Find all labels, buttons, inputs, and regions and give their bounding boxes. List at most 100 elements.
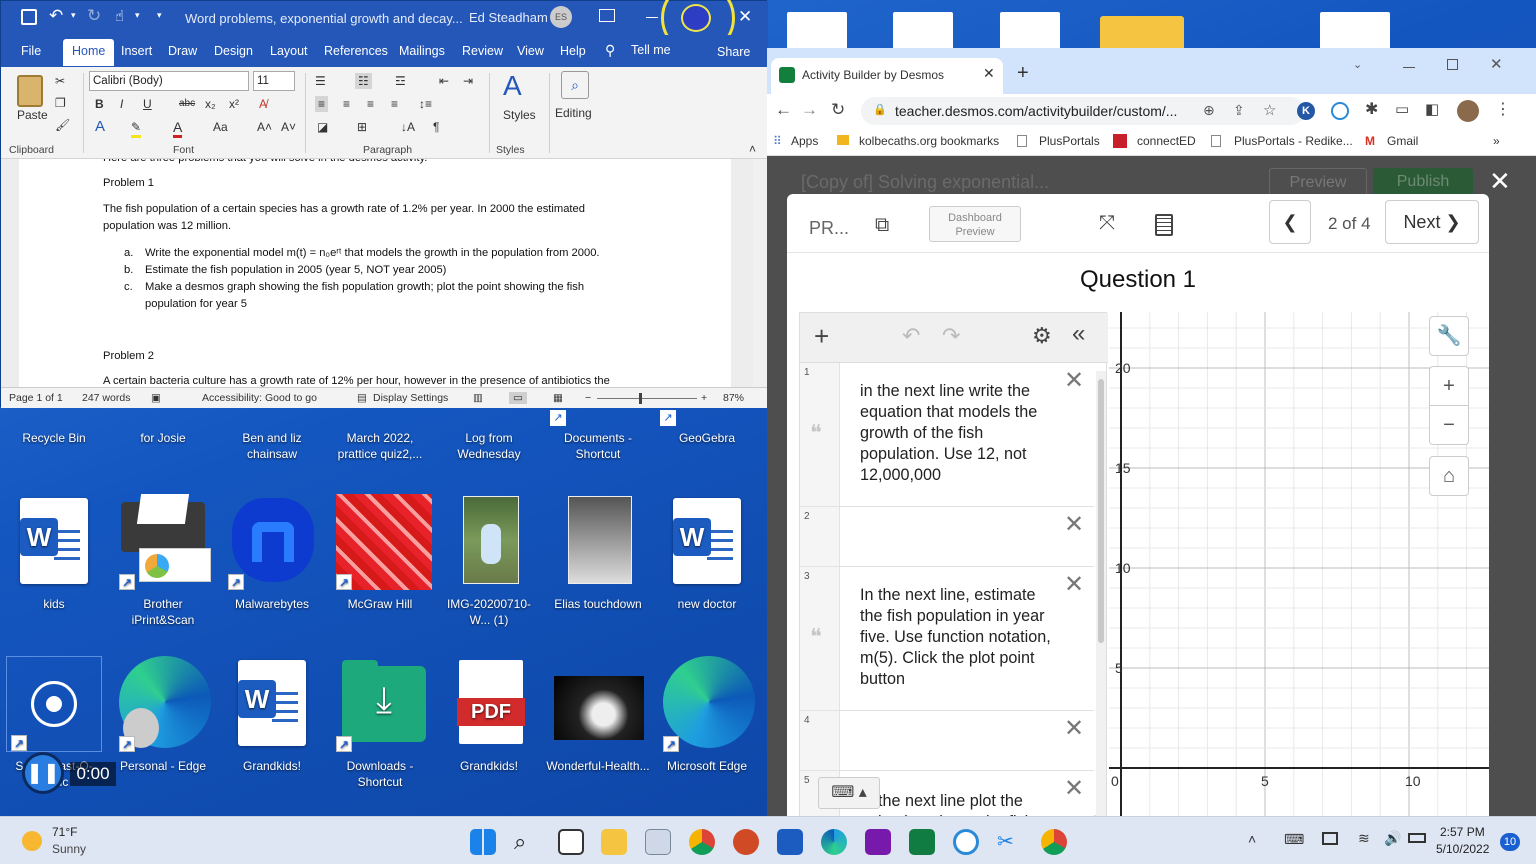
undo-dropdown-icon[interactable]: ▾ [71,10,76,21]
ribbon-display-options-icon[interactable] [599,9,615,22]
graph-settings-wrench-icon[interactable]: 🔧 [1429,316,1469,356]
numbering-icon[interactable]: ☷ [355,73,372,89]
bookmark-apps[interactable]: Apps [791,134,818,148]
wifi-icon[interactable]: ≋ [1358,830,1370,847]
touch-mode-icon[interactable]: ☝ [115,7,124,25]
word-count[interactable]: 247 words [82,392,130,404]
forward-icon[interactable]: → [801,100,818,120]
format-painter-icon[interactable]: 🖌 [55,117,70,133]
dashboard-preview-button[interactable]: Dashboard Preview [929,206,1021,242]
zoom-out-icon[interactable]: − [585,392,591,404]
strikethrough-icon[interactable]: abc [179,96,195,112]
editing-button[interactable]: Editing [555,105,592,121]
desktop-word-icon[interactable] [1000,12,1060,52]
geogebra-shortcut[interactable]: GeoGebra [655,430,759,446]
copy-screen-icon[interactable]: ⧉ [875,214,889,237]
menu-home[interactable]: Home [63,39,115,66]
save-icon[interactable] [21,9,37,25]
tab-search-icon[interactable]: ⌄ [1353,58,1362,71]
bookmark-gmail[interactable]: Gmail [1387,134,1418,148]
task-view-icon[interactable] [558,829,584,855]
add-item-icon[interactable]: + [814,321,829,352]
print-layout-icon[interactable]: ▭ [509,392,527,404]
zoom-out-button[interactable]: − [1429,405,1469,445]
redo-icon[interactable]: ↻ [87,6,101,26]
chrome-close-button[interactable]: ✕ [1490,55,1503,73]
clock-date[interactable]: 5/10/2022 [1436,842,1489,856]
menu-file[interactable]: File [21,44,41,58]
align-right-icon[interactable]: ≡ [367,96,374,112]
desktop-icon-malwarebytes[interactable]: ↗ Malwarebytes [220,494,324,612]
desktop-folder-icon[interactable] [1100,16,1184,50]
highlight-icon[interactable]: ✎ [131,119,142,138]
bookmark-plusportals-redike[interactable]: PlusPortals - Redike... [1234,134,1353,148]
desktop-icon-new-doctor[interactable]: W new doctor [655,494,759,612]
desktop-icon-brother[interactable]: ↗ Brother iPrint&Scan [111,494,215,628]
recycle-bin-icon[interactable]: Recycle Bin [2,430,106,446]
menu-references[interactable]: References [324,44,388,58]
delete-expression-icon[interactable]: ✕ [1064,573,1084,597]
borders-icon[interactable]: ⊞ [357,119,367,135]
extensions-puzzle-icon[interactable]: ✱ [1365,99,1378,119]
customize-toolbar-icon[interactable]: ▾ [157,10,162,21]
keypad-toggle-button[interactable]: ⌨ ▴ [818,777,880,809]
document-page[interactable]: Here are three problems that you will so… [19,159,731,387]
tab-close-icon[interactable]: ✕ [983,65,995,82]
battery-icon[interactable] [1408,833,1426,843]
desktop-icon-microsoft-edge[interactable]: ↗ Microsoft Edge [655,656,759,774]
collapse-ribbon-icon[interactable]: ˄ [749,141,756,157]
desktop-file-icon[interactable] [787,12,847,52]
clock-time[interactable]: 2:57 PM [1440,825,1485,839]
back-icon[interactable]: ← [775,100,792,120]
calendar-app-icon[interactable] [645,829,671,855]
menu-mailings[interactable]: Mailings [399,44,445,58]
zoom-in-button[interactable]: + [1429,366,1469,406]
minimize-button[interactable] [646,17,658,18]
edge-taskbar-icon[interactable] [821,829,847,855]
address-bar[interactable]: 🔒 teacher.desmos.com/activitybuilder/cus… [861,97,1305,125]
expression-row[interactable]: 2 ✕ [800,507,1094,567]
show-hidden-icons-chevron-icon[interactable]: ˄ [1248,831,1256,847]
font-color-icon[interactable]: A [173,119,183,138]
documents-shortcut[interactable]: Documents - Shortcut [546,430,650,462]
bullets-icon[interactable]: ☰ [315,73,326,89]
desktop-icon-elias-touchdown[interactable]: Elias touchdown [546,494,650,612]
calculator-icon[interactable] [1155,214,1173,236]
onenote-icon[interactable] [865,829,891,855]
settings-gear-icon[interactable]: ⚙ [1032,323,1052,349]
menu-draw[interactable]: Draw [168,44,197,58]
chrome-menu-icon[interactable]: ⋮ [1495,99,1511,119]
paste-button[interactable]: Paste [17,107,48,123]
side-panel-icon[interactable]: ◧ [1425,100,1439,118]
chrome-profile-taskbar-icon[interactable] [1041,829,1067,855]
undo-icon[interactable]: ↶ [49,6,63,26]
page-count[interactable]: Page 1 of 1 [9,392,63,404]
decrease-indent-icon[interactable]: ⇤ [439,73,449,89]
chrome-maximize-button[interactable] [1447,59,1458,70]
close-preview-icon[interactable]: ✕ [1489,166,1511,197]
chrome-taskbar-icon[interactable] [689,829,715,855]
paste-icon[interactable] [17,75,43,107]
grow-font-icon[interactable]: A˄ [257,119,272,135]
shading-icon[interactable]: ◪ [317,119,328,135]
cast-icon[interactable]: ▭ [1395,100,1409,118]
menu-insert[interactable]: Insert [121,44,152,58]
screencast-taskbar-icon[interactable] [953,829,979,855]
delete-expression-icon[interactable]: ✕ [1064,513,1084,537]
reload-icon[interactable]: ↻ [831,100,845,120]
multilevel-list-icon[interactable]: ☲ [395,73,406,89]
start-windows-icon[interactable] [470,829,496,855]
zoom-slider-thumb[interactable] [639,393,642,404]
change-case-icon[interactable]: Aa [213,119,228,135]
url-text[interactable]: teacher.desmos.com/activitybuilder/custo… [895,103,1177,119]
justify-icon[interactable]: ≡ [391,96,398,112]
underline-icon[interactable]: U [143,96,152,112]
weather-condition[interactable]: Sunny [52,842,86,856]
more-bookmarks-icon[interactable]: » [1493,134,1500,148]
keyboard-icon[interactable]: ⌨ [1284,831,1304,848]
text-effects-icon[interactable]: A [95,119,105,135]
bookmark-star-icon[interactable]: ☆ [1263,101,1276,119]
expression-row[interactable]: 4 ✕ [800,711,1094,771]
proofing-icon[interactable]: ▣ [151,392,161,404]
styles-icon[interactable]: A [503,71,522,101]
